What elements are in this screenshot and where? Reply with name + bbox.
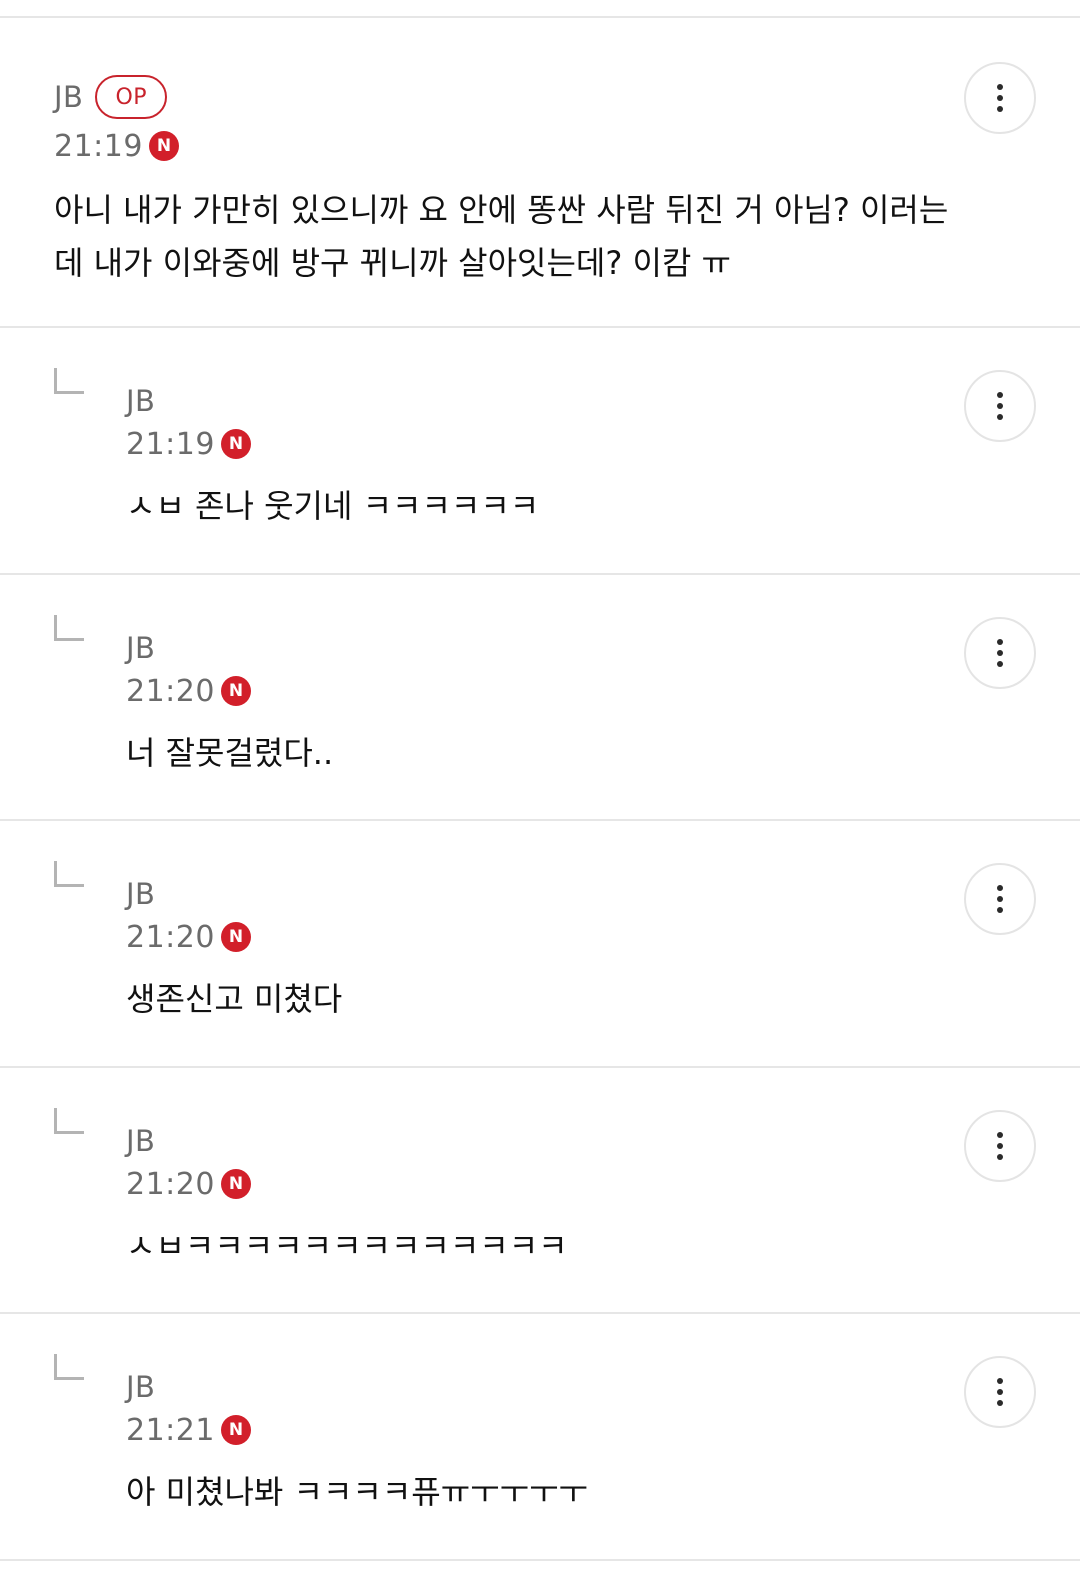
reply-arrow-icon [54,368,84,394]
reply-item: JB 21:20 N 생존신고 미쳤다 [0,821,1080,1068]
comment-text: 너 잘못걸렸다.. [126,734,334,772]
more-options-button[interactable] [964,617,1036,689]
author-name[interactable]: JB [126,631,155,665]
comment-meta: 21:20 N [126,673,251,709]
author-name[interactable]: JB [126,877,155,911]
comment-time: 21:20 [126,673,215,709]
more-vertical-icon [997,1378,1003,1406]
more-vertical-icon [997,84,1003,112]
comment-text: 아니 내가 가만히 있으니까 요 안에 똥싼 사람 뒤진 거 아님? 이러는 데… [54,191,949,282]
author-name[interactable]: JB [126,1124,155,1158]
reply-item: JB 21:21 N 아 미쳤나봐 ㅋㅋㅋㅋ퓨ㅠㅜㅜㅜㅜ [0,1314,1080,1561]
comment-item: JB OP 21:19 N 아니 내가 가만히 있으니까 요 안에 똥싼 사람 … [0,20,1080,328]
comment-text: ㅅㅂㅋㅋㅋㅋㅋㅋㅋㅋㅋㅋㅋㅋㅋ [126,1227,568,1265]
more-vertical-icon [997,1132,1003,1160]
more-options-button[interactable] [964,62,1036,134]
more-vertical-icon [997,639,1003,667]
comment-time: 21:20 [126,1166,215,1202]
comment-header: JB [126,378,155,424]
author-name[interactable]: JB [126,384,155,418]
new-badge: N [220,676,251,706]
comment-meta: 21:21 N [126,1412,251,1448]
comment-text: ㅅㅂ 존나 웃기네 ㅋㅋㅋㅋㅋㅋ [126,487,540,525]
new-badge: N [220,429,251,459]
reply-item: JB 21:20 N ㅅㅂㅋㅋㅋㅋㅋㅋㅋㅋㅋㅋㅋㅋㅋ [0,1068,1080,1314]
comment-time: 21:20 [126,919,215,955]
comment-text: 생존신고 미쳤다 [126,980,343,1018]
reply-item: JB 21:20 N 너 잘못걸렸다.. [0,575,1080,821]
new-badge: N [220,1169,251,1199]
comment-meta: 21:19 N [126,426,251,462]
reply-arrow-icon [54,861,84,887]
comment-header: JB [126,871,155,917]
comment-meta: 21:19 N [54,128,179,164]
comment-meta: 21:20 N [126,919,251,955]
more-vertical-icon [997,392,1003,420]
more-options-button[interactable] [964,370,1036,442]
author-name[interactable]: JB [54,80,83,114]
new-badge: N [220,922,251,952]
more-options-button[interactable] [964,1110,1036,1182]
comment-header: JB OP [54,74,168,120]
top-divider [0,0,1080,18]
author-name[interactable]: JB [126,1370,155,1404]
new-badge: N [220,1415,251,1445]
op-badge: OP [95,75,168,119]
comment-time: 21:19 [126,426,215,462]
comment-header: JB [126,625,155,671]
comment-time: 21:19 [54,128,143,164]
more-options-button[interactable] [964,863,1036,935]
more-vertical-icon [997,885,1003,913]
comment-meta: 21:20 N [126,1166,251,1202]
more-options-button[interactable] [964,1356,1036,1428]
reply-arrow-icon [54,615,84,641]
comment-text: 아 미쳤나봐 ㅋㅋㅋㅋ퓨ㅠㅜㅜㅜㅜ [126,1473,588,1511]
comment-thread: JB OP 21:19 N 아니 내가 가만히 있으니까 요 안에 똥싼 사람 … [0,0,1080,1578]
comment-time: 21:21 [126,1412,215,1448]
reply-arrow-icon [54,1354,84,1380]
reply-arrow-icon [54,1108,84,1134]
reply-item: JB 21:19 N ㅅㅂ 존나 웃기네 ㅋㅋㅋㅋㅋㅋ [0,328,1080,575]
comment-header: JB [126,1118,155,1164]
comment-header: JB [126,1364,155,1410]
new-badge: N [148,131,179,161]
